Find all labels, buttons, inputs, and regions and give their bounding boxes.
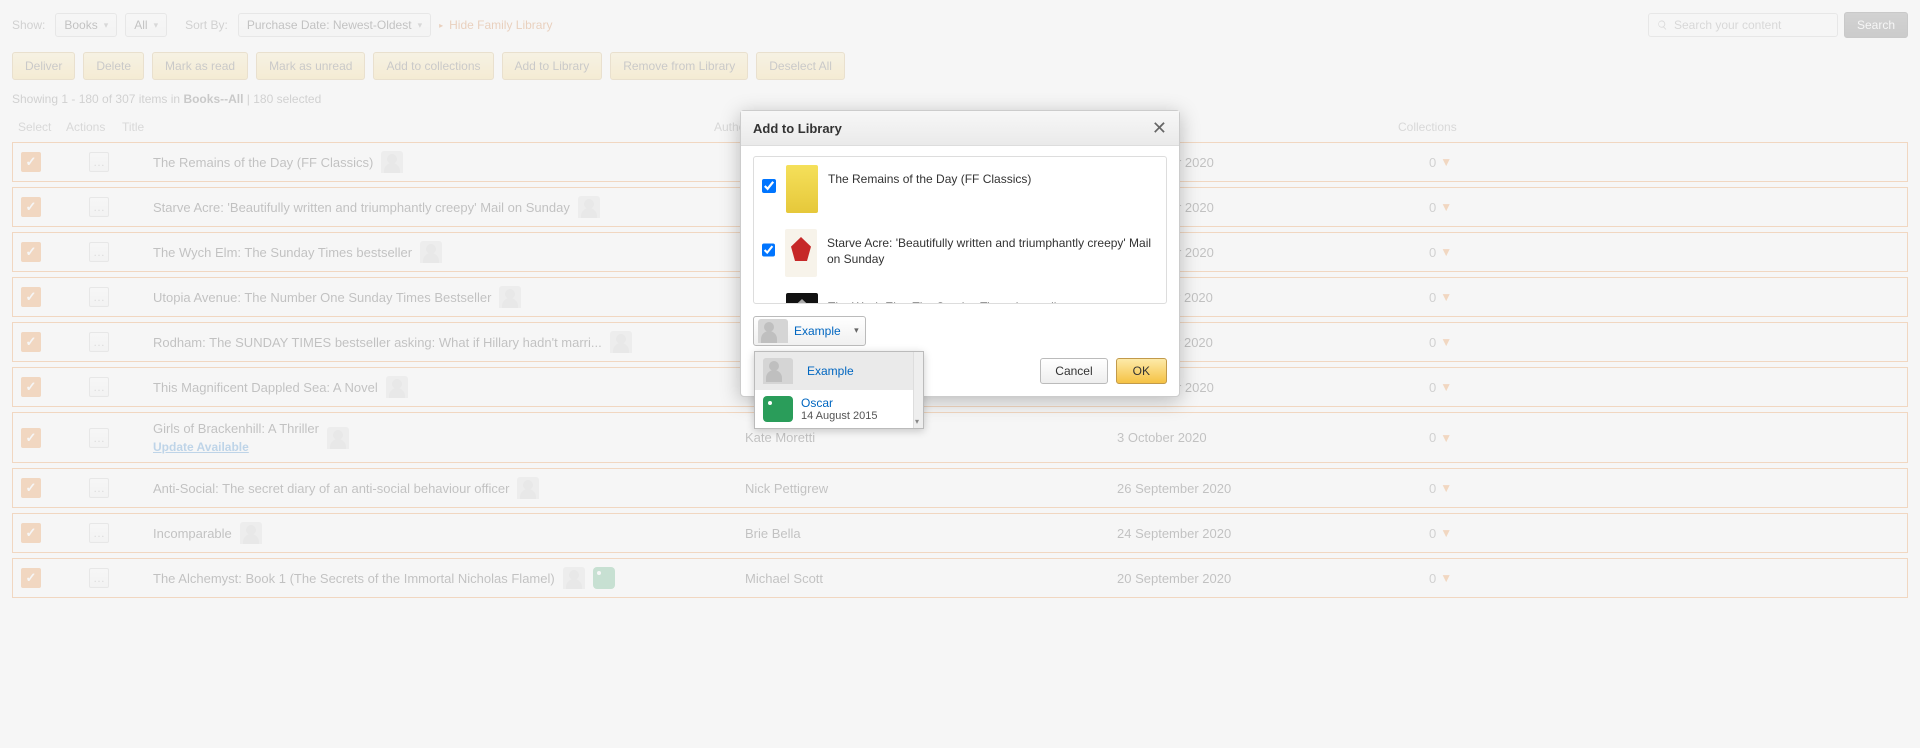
user-dropdown-menu: Example Oscar 14 August 2015 <box>754 351 924 429</box>
modal-item-checkbox[interactable] <box>762 179 776 193</box>
avatar-icon <box>758 319 788 343</box>
avatar-icon <box>763 358 793 384</box>
user-option-date: 14 August 2015 <box>801 410 877 422</box>
dropdown-scrollbar[interactable] <box>913 352 923 428</box>
book-cover-thumb <box>786 293 818 304</box>
modal-title: Add to Library <box>753 121 842 136</box>
modal-list-item: Starve Acre: 'Beautifully written and tr… <box>754 221 1166 285</box>
modal-list-item: The Remains of the Day (FF Classics) <box>754 157 1166 221</box>
close-icon[interactable]: ✕ <box>1152 119 1167 137</box>
modal-item-title: Starve Acre: 'Beautifully written and tr… <box>827 229 1158 267</box>
user-option[interactable]: Oscar 14 August 2015 <box>755 390 923 428</box>
user-select-dropdown[interactable]: Example ▾ Example Oscar 14 August 2015 <box>753 316 866 346</box>
book-cover-thumb <box>785 229 817 277</box>
user-option-name: Example <box>807 364 854 378</box>
book-cover-thumb <box>786 165 818 213</box>
add-to-library-modal: Add to Library ✕ The Remains of the Day … <box>740 110 1180 397</box>
modal-item-checkbox[interactable] <box>762 243 775 257</box>
ok-button[interactable]: OK <box>1116 358 1167 384</box>
modal-item-title: The Wych Elm: The Sunday Times bestselle… <box>828 293 1067 304</box>
modal-overlay: Add to Library ✕ The Remains of the Day … <box>0 0 1920 748</box>
modal-book-list[interactable]: The Remains of the Day (FF Classics) Sta… <box>753 156 1167 304</box>
dino-avatar-icon <box>763 396 793 422</box>
modal-list-item: The Wych Elm: The Sunday Times bestselle… <box>754 285 1166 304</box>
cancel-button[interactable]: Cancel <box>1040 358 1107 384</box>
user-option[interactable]: Example <box>755 352 923 390</box>
modal-item-title: The Remains of the Day (FF Classics) <box>828 165 1031 187</box>
user-option-name: Oscar <box>801 396 877 410</box>
selected-user-name: Example <box>794 324 861 338</box>
chevron-icon: ▾ <box>854 325 859 336</box>
